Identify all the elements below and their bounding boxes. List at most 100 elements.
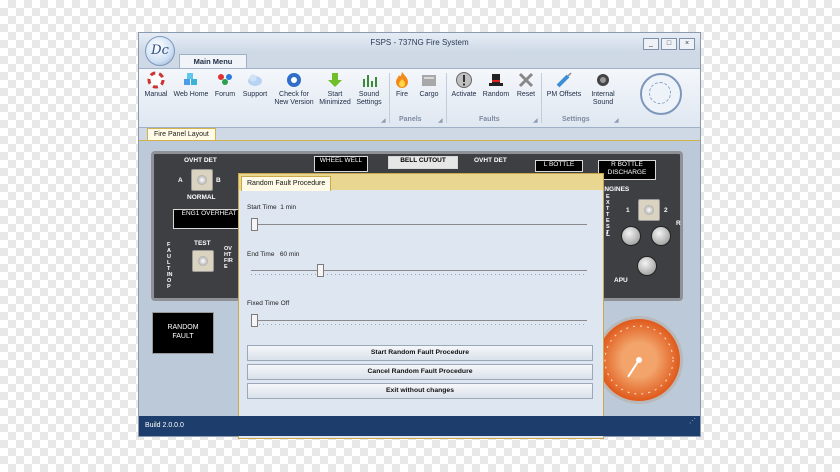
window-controls: _ □ × <box>643 38 695 50</box>
position-1-label: 1 <box>626 207 630 214</box>
web-home-button[interactable]: Web Home <box>172 71 210 99</box>
cargo-button[interactable]: Cargo <box>416 71 442 99</box>
flame-icon <box>396 72 408 88</box>
random-fault-indicator: RANDOM FAULT <box>152 312 214 354</box>
fire-button[interactable]: Fire <box>392 71 412 99</box>
radio-waves-icon <box>287 73 301 87</box>
forum-label: Forum <box>214 91 236 98</box>
group-label-settings: Settings <box>562 116 590 123</box>
random-fault-label: RANDOM FAULT <box>167 324 199 340</box>
ovht-det-left-label: OVHT DET <box>184 157 217 164</box>
slider-track <box>251 270 587 271</box>
start-time-caption: Start Time <box>247 204 277 211</box>
internal-sound-label: Internal Sound <box>591 91 615 106</box>
gauge <box>595 316 683 404</box>
end-time-slider[interactable] <box>251 264 587 277</box>
exit-without-changes-button[interactable]: Exit without changes <box>247 383 593 399</box>
fire-label: Fire <box>395 91 409 98</box>
group-launcher-icon[interactable]: ◢ <box>381 117 386 124</box>
group-launcher-icon[interactable]: ◢ <box>614 117 619 124</box>
activate-button[interactable]: Activate <box>449 71 479 99</box>
arrow-down-icon <box>328 73 342 87</box>
check-version-label: Check for New Version <box>274 91 314 106</box>
sound-settings-label: Sound Settings <box>356 91 382 106</box>
manual-label: Manual <box>144 91 168 98</box>
app-logo-icon[interactable]: Dc <box>145 36 175 66</box>
x-icon <box>518 72 534 88</box>
seal-logo-icon <box>640 73 682 115</box>
internal-sound-button[interactable]: Internal Sound <box>587 71 619 107</box>
cancel-random-fault-button[interactable]: Cancel Random Fault Procedure <box>247 364 593 380</box>
separator <box>389 73 390 123</box>
close-button[interactable]: × <box>679 38 695 50</box>
end-time-value: 60 min <box>279 251 300 258</box>
apu-fire-switch[interactable] <box>637 256 657 276</box>
bell-cutout-button[interactable]: BELL CUTOUT <box>388 156 458 169</box>
random-button[interactable]: Random <box>481 71 511 99</box>
random-fault-dialog: Random Fault Procedure Start Time 1 min … <box>238 173 604 439</box>
fixed-time-label: Fixed Time Off <box>247 300 289 307</box>
dialog-tab-bar: Random Fault Procedure <box>239 174 603 191</box>
group-launcher-icon[interactable]: ◢ <box>533 117 538 124</box>
resize-grip-icon[interactable]: ⋰ <box>689 412 696 432</box>
maximize-button[interactable]: □ <box>661 38 677 50</box>
app-window: FSPS - 737NG Fire System _ □ × Dc Main M… <box>138 32 701 439</box>
support-button[interactable]: Support <box>240 71 270 99</box>
ext-test-label: EXT TEST <box>606 194 610 236</box>
ext-test-toggle[interactable] <box>638 199 660 221</box>
r-label: R <box>676 220 681 227</box>
end-time-caption: End Time <box>247 251 275 258</box>
l-bottle-light: L BOTTLE <box>535 160 583 172</box>
title-bar: FSPS - 737NG Fire System _ □ × <box>139 33 700 53</box>
support-label: Support <box>242 91 268 98</box>
reset-button[interactable]: Reset <box>513 71 539 99</box>
group-launcher-icon[interactable]: ◢ <box>438 117 443 124</box>
manual-button[interactable]: Manual <box>141 71 171 99</box>
start-random-fault-button[interactable]: Start Random Fault Procedure <box>247 345 593 361</box>
check-version-button[interactable]: Check for New Version <box>272 71 316 107</box>
people-icon <box>218 74 232 85</box>
normal-label: NORMAL <box>187 194 216 201</box>
slider-thumb[interactable] <box>317 264 324 277</box>
l-engine-fire-switch[interactable] <box>621 226 641 246</box>
activate-label: Activate <box>451 91 477 98</box>
start-time-slider[interactable] <box>251 218 587 231</box>
ovht-fire-label: OVHT FIRE <box>224 246 233 270</box>
fixed-time-slider[interactable] <box>251 314 587 327</box>
position-2-label: 2 <box>664 207 668 214</box>
gauge-needle-icon <box>604 325 674 395</box>
forum-button[interactable]: Forum <box>212 71 238 99</box>
cargo-label: Cargo <box>419 91 439 98</box>
start-time-label: Start Time 1 min <box>247 204 296 211</box>
cloud-icon <box>248 74 262 86</box>
ovht-det-left-toggle[interactable] <box>191 169 213 191</box>
cargo-icon <box>422 75 436 86</box>
syringe-icon <box>556 72 572 88</box>
a-label: A <box>178 177 183 184</box>
r-engine-fire-switch[interactable] <box>651 226 671 246</box>
exclamation-icon <box>456 72 472 88</box>
pm-offsets-button[interactable]: PM Offsets <box>543 71 585 99</box>
start-minimized-button[interactable]: Start Minimized <box>318 71 352 107</box>
window-title: FSPS - 737NG Fire System <box>370 38 469 47</box>
status-bar: Build 2.0.0.0 ⋰ <box>139 416 700 436</box>
apu-label: APU <box>614 277 628 284</box>
reset-label: Reset <box>516 91 536 98</box>
ribbon-toolbar: Manual Web Home Forum Support Check for … <box>139 68 700 128</box>
engines-label: ENGINES <box>600 186 630 193</box>
tab-random-fault-procedure[interactable]: Random Fault Procedure <box>241 176 332 191</box>
slider-thumb[interactable] <box>251 218 258 231</box>
slider-thumb[interactable] <box>251 314 258 327</box>
web-home-label: Web Home <box>173 91 209 98</box>
pm-offsets-label: PM Offsets <box>546 91 582 98</box>
sound-settings-button[interactable]: Sound Settings <box>353 71 385 107</box>
start-time-value: 1 min <box>280 204 297 211</box>
minimize-button[interactable]: _ <box>643 38 659 50</box>
b-label: B <box>216 177 221 184</box>
wheel-well-light: WHEEL WELL <box>314 156 368 172</box>
test-toggle[interactable] <box>192 250 214 272</box>
life-ring-icon <box>147 71 165 89</box>
ovht-det-right-label: OVHT DET <box>474 157 507 164</box>
tab-main-menu[interactable]: Main Menu <box>179 54 247 69</box>
build-version: Build 2.0.0.0 <box>145 422 184 429</box>
